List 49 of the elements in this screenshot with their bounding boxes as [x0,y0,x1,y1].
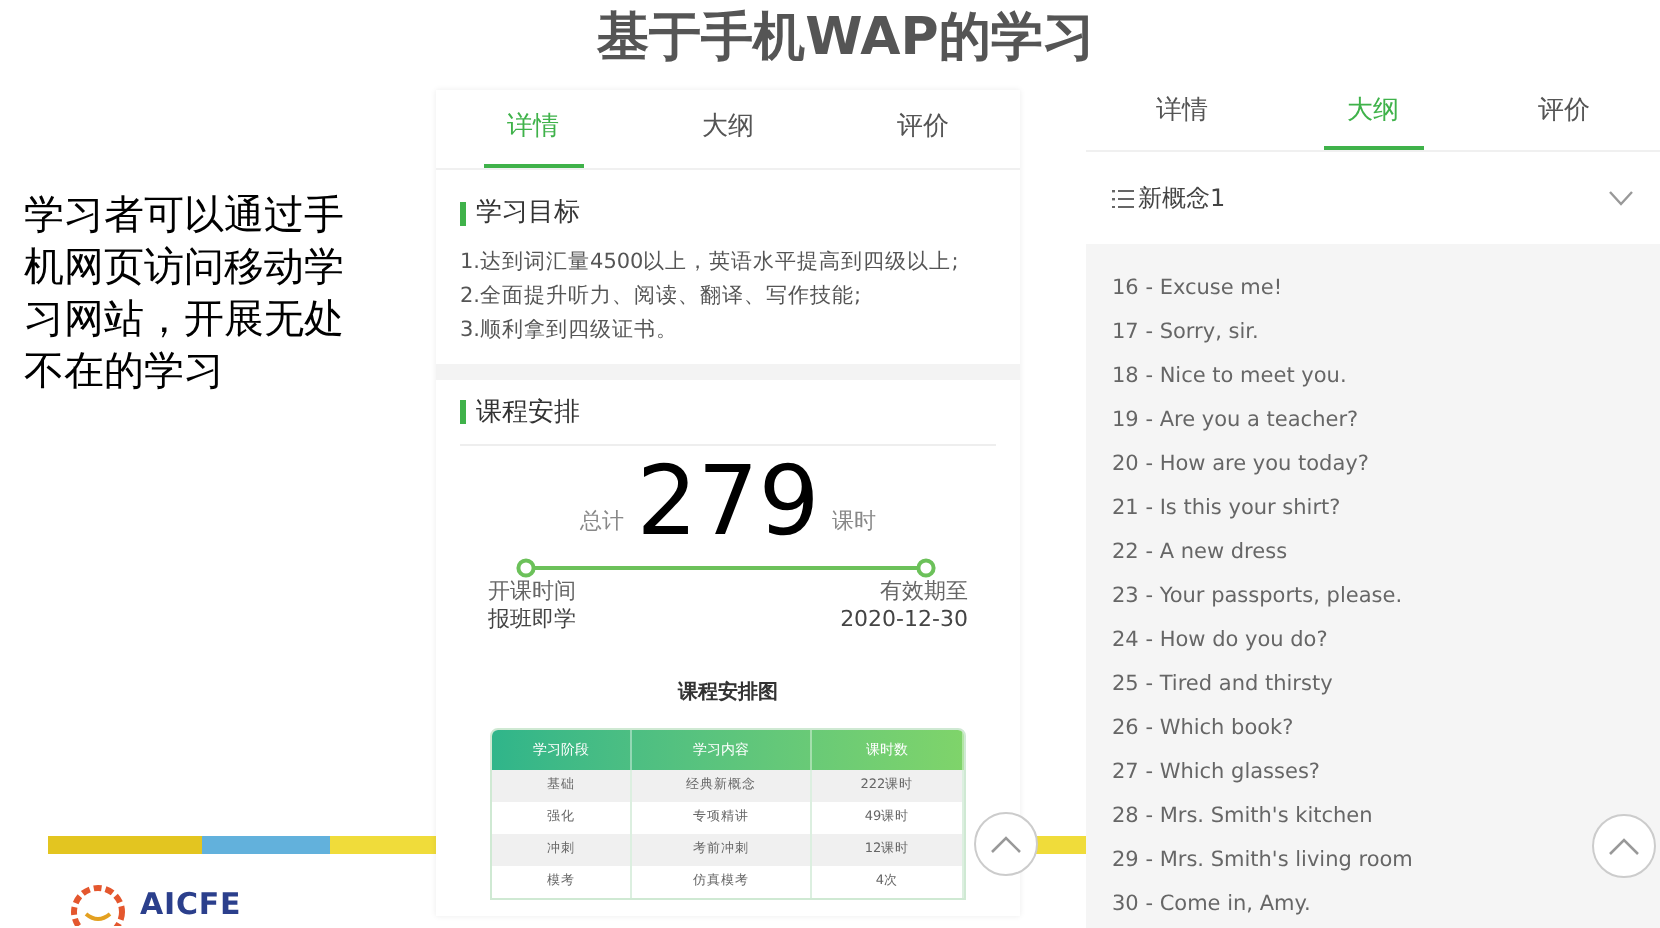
expiry-value: 2020-12-30 [840,606,968,634]
chapter-dropdown[interactable]: 新概念1 [1086,152,1660,244]
lesson-item[interactable]: 28 - Mrs. Smith's kitchen [1112,796,1373,840]
lesson-item[interactable]: 19 - Are you a teacher? [1112,400,1359,444]
section-heading: 课程安排 [476,395,580,431]
lesson-item[interactable]: 25 - Tired and thirsty [1112,664,1333,708]
start-label: 开课时间 [488,578,576,606]
goal-line: 1.达到词汇量4500以上，英语水平提高到四级以上; [460,247,961,277]
description-text: 学习者可以通过手机网页访问移动学习网站，开展无处不在的学习 [24,188,346,396]
start-value: 报班即学 [488,606,576,634]
logo-icon [68,882,128,926]
total-label: 总计 [580,505,625,537]
chevron-up-icon [1608,837,1640,855]
lesson-item[interactable]: 22 - A new dress [1112,532,1288,576]
stripe-segment [202,836,330,854]
section-heading: 学习目标 [476,196,580,232]
tab[interactable]: 评价 [872,90,973,168]
stripe-segment [330,836,436,854]
lesson-item[interactable]: 30 - Come in, Amy. [1112,884,1311,928]
lesson-item[interactable]: 20 - How are you today? [1112,444,1369,488]
lesson-item[interactable]: 26 - Which book? [1112,708,1294,752]
tab[interactable]: 详情 [1131,76,1232,150]
lesson-item[interactable]: 17 - Sorry, sir. [1112,312,1259,356]
tab[interactable]: 详情 [483,90,584,168]
tab[interactable]: 评价 [1514,76,1615,150]
expiry-label: 有效期至 [880,578,968,606]
logo-text: AICFE [140,883,242,926]
lesson-item[interactable]: 29 - Mrs. Smith's living room [1112,840,1413,884]
lesson-item[interactable]: 21 - Is this your shirt? [1112,488,1341,532]
tab[interactable]: 大纲 [677,90,778,168]
total-hours: 279 [636,454,820,550]
chevron-down-icon [1608,190,1634,206]
unit-label: 课时 [831,505,876,537]
dropdown-label: 新概念1 [1138,182,1226,216]
scroll-to-top-button[interactable] [974,812,1038,876]
lesson-item[interactable]: 18 - Nice to meet you. [1112,356,1347,400]
chart-title: 课程安排图 [678,678,778,708]
lesson-item[interactable]: 16 - Excuse me! [1112,268,1283,312]
list-icon [1112,189,1134,207]
section-marker [460,400,466,425]
lesson-item[interactable]: 27 - Which glasses? [1112,752,1321,796]
goal-line: 3.顺利拿到四级证书。 [460,315,681,345]
slide-title: 基于手机WAP的学习 [597,12,1095,64]
lesson-item[interactable]: 23 - Your passports, please. [1112,576,1403,620]
tab[interactable]: 大纲 [1323,76,1423,150]
chevron-up-icon [990,835,1022,853]
section-marker [460,201,466,226]
goal-line: 2.全面提升听力、阅读、翻译、写作技能; [460,281,864,311]
lesson-item[interactable]: 24 - How do you do? [1112,620,1328,664]
